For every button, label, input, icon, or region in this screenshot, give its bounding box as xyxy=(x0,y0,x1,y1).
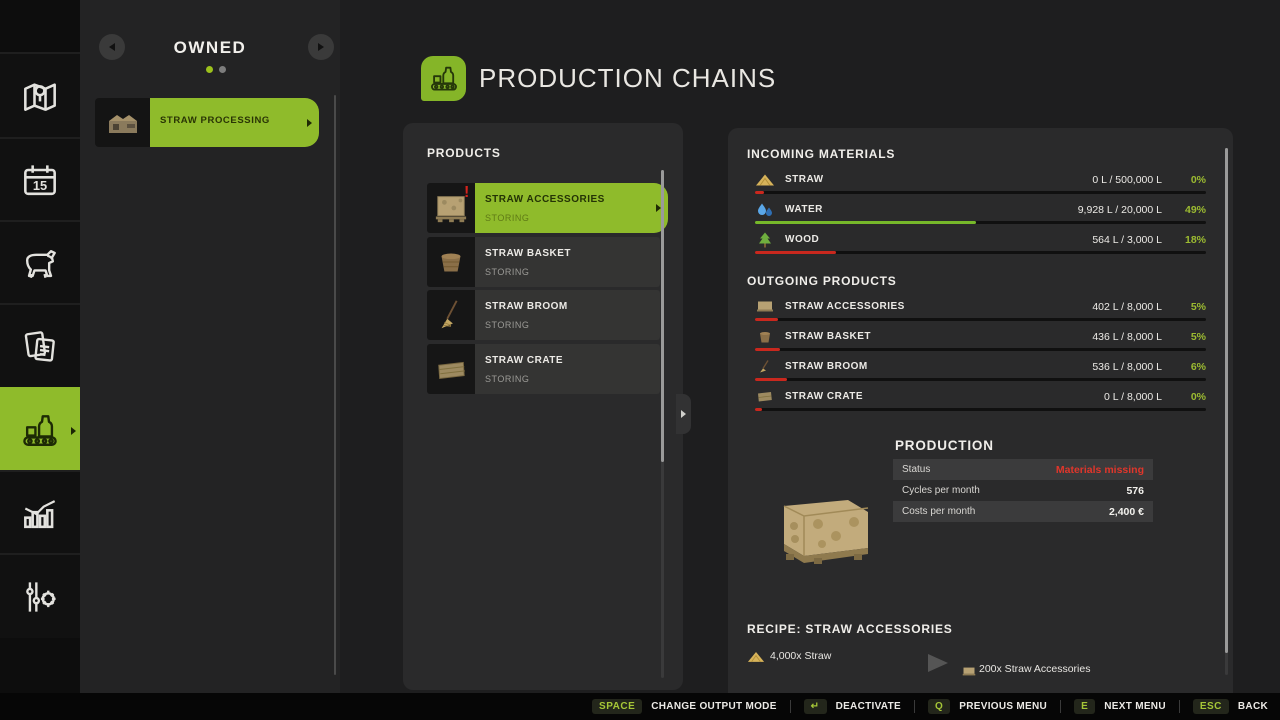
product-name: STRAW BROOM xyxy=(485,301,568,312)
owned-tab-label: STRAW PROCESSING xyxy=(160,115,270,126)
production-chains-icon xyxy=(427,62,461,96)
key-esc: ESC xyxy=(1193,699,1229,714)
page-dot[interactable] xyxy=(219,66,226,73)
owned-title: OWNED xyxy=(80,38,340,58)
sidebar-item-animals[interactable] xyxy=(0,220,80,305)
product-item-straw-accessories[interactable]: ! STRAW ACCESSORIES STORING xyxy=(427,183,660,233)
water-icon xyxy=(755,201,775,218)
calendar-icon: 15 xyxy=(18,159,62,203)
incoming-materials-title: INCOMING MATERIALS xyxy=(747,147,895,161)
table-row-cycles: Cycles per month 576 xyxy=(893,480,1153,501)
broom-thumbnail xyxy=(427,290,475,340)
key-q: Q xyxy=(928,699,950,714)
production-section-title: PRODUCTION xyxy=(895,438,994,453)
product-item-straw-broom[interactable]: STRAW BROOM STORING xyxy=(427,290,660,340)
hint-previous-menu[interactable]: Q PREVIOUS MENU xyxy=(928,699,1047,714)
production-chains-icon xyxy=(18,409,62,453)
key-space: SPACE xyxy=(592,699,642,714)
map-icon xyxy=(18,75,62,119)
key-enter-icon: ↵ xyxy=(804,699,827,714)
bottom-hint-bar: SPACE CHANGE OUTPUT MODE ↵ DEACTIVATE Q … xyxy=(0,693,1280,720)
cow-icon xyxy=(18,242,62,286)
page-dot-active[interactable] xyxy=(206,66,213,73)
straw-icon xyxy=(755,171,775,188)
basket-thumbnail xyxy=(427,237,475,287)
product-image-pallet xyxy=(770,492,880,575)
sidebar-item-map[interactable] xyxy=(0,52,80,139)
panel-expand-arrow[interactable] xyxy=(676,394,691,434)
sidebar-item-finances[interactable] xyxy=(0,303,80,389)
svg-text:15: 15 xyxy=(33,178,47,193)
material-row-water: WATER 9,928 L / 20,000 L 49% xyxy=(747,203,1206,229)
pallet-icon xyxy=(961,666,977,677)
product-name: STRAW CRATE xyxy=(485,355,563,366)
bar-chart-icon xyxy=(18,492,62,536)
sidebar: 15 xyxy=(0,0,80,693)
recipe-title: RECIPE: STRAW ACCESSORIES xyxy=(747,622,953,636)
product-name: STRAW ACCESSORIES xyxy=(485,194,605,205)
product-status: STORING xyxy=(485,213,529,223)
product-item-straw-basket[interactable]: STRAW BASKET STORING xyxy=(427,237,660,287)
product-row-straw-accessories: STRAW ACCESSORIES 402 L / 8,000 L 5% xyxy=(747,300,1206,326)
recipe-arrow-icon xyxy=(928,654,948,672)
product-item-straw-crate[interactable]: STRAW CRATE STORING xyxy=(427,344,660,394)
product-status: STORING xyxy=(485,320,529,330)
hint-next-menu[interactable]: E NEXT MENU xyxy=(1074,699,1166,714)
wood-tree-icon xyxy=(755,231,775,248)
straw-icon xyxy=(747,650,765,663)
basket-icon xyxy=(755,328,775,345)
owned-panel: OWNED STRAW PROCESSING xyxy=(80,0,340,693)
product-row-straw-basket: STRAW BASKET 436 L / 8,000 L 5% xyxy=(747,330,1206,356)
hint-change-output-mode[interactable]: SPACE CHANGE OUTPUT MODE xyxy=(592,699,777,714)
product-row-straw-crate: STRAW CRATE 0 L / 8,000 L 0% xyxy=(747,390,1206,416)
sidebar-item-settings[interactable] xyxy=(0,553,80,638)
chevron-right-icon xyxy=(681,410,686,418)
page-icon xyxy=(421,56,466,101)
crate-thumbnail xyxy=(427,344,475,394)
sidebar-item-statistics[interactable] xyxy=(0,470,80,555)
factory-thumbnail xyxy=(95,98,150,147)
broom-icon xyxy=(755,358,775,375)
chevron-right-icon xyxy=(307,119,312,127)
production-table: Status Materials missing Cycles per mont… xyxy=(893,459,1153,522)
detail-scrollbar-thumb[interactable] xyxy=(1225,148,1228,653)
product-row-straw-broom: STRAW BROOM 536 L / 8,000 L 6% xyxy=(747,360,1206,386)
active-notch-arrow-icon xyxy=(71,427,76,435)
page-title: PRODUCTION CHAINS xyxy=(479,63,776,94)
product-status: STORING xyxy=(485,374,529,384)
sidebar-item-production-chains[interactable] xyxy=(0,387,80,472)
hint-back[interactable]: ESC BACK xyxy=(1193,699,1268,714)
product-name: STRAW BASKET xyxy=(485,248,571,259)
table-row-status: Status Materials missing xyxy=(893,459,1153,480)
products-panel-title: PRODUCTS xyxy=(427,146,501,160)
settings-sliders-gear-icon xyxy=(18,575,62,619)
pallet-icon xyxy=(755,298,775,315)
products-scrollbar-thumb[interactable] xyxy=(661,170,664,462)
owned-scrollbar[interactable] xyxy=(334,95,336,675)
material-row-straw: STRAW 0 L / 500,000 L 0% xyxy=(747,173,1206,199)
recipe-output: 200x Straw Accessories xyxy=(979,663,1090,675)
material-row-wood: WOOD 564 L / 3,000 L 18% xyxy=(747,233,1206,259)
table-row-costs: Costs per month 2,400 € xyxy=(893,501,1153,522)
product-status: STORING xyxy=(485,267,529,277)
sidebar-item-calendar[interactable]: 15 xyxy=(0,137,80,222)
owned-tab-straw-processing[interactable]: STRAW PROCESSING xyxy=(95,98,319,147)
warning-icon: ! xyxy=(464,184,469,202)
pallet-thumbnail: ! xyxy=(427,183,475,233)
status-value: Materials missing xyxy=(1056,464,1144,476)
key-e: E xyxy=(1074,699,1095,714)
hint-deactivate[interactable]: ↵ DEACTIVATE xyxy=(804,699,901,714)
outgoing-products-title: OUTGOING PRODUCTS xyxy=(747,274,897,288)
documents-icon xyxy=(18,325,62,369)
crate-icon xyxy=(755,388,775,405)
recipe-input: 4,000x Straw xyxy=(770,650,831,662)
